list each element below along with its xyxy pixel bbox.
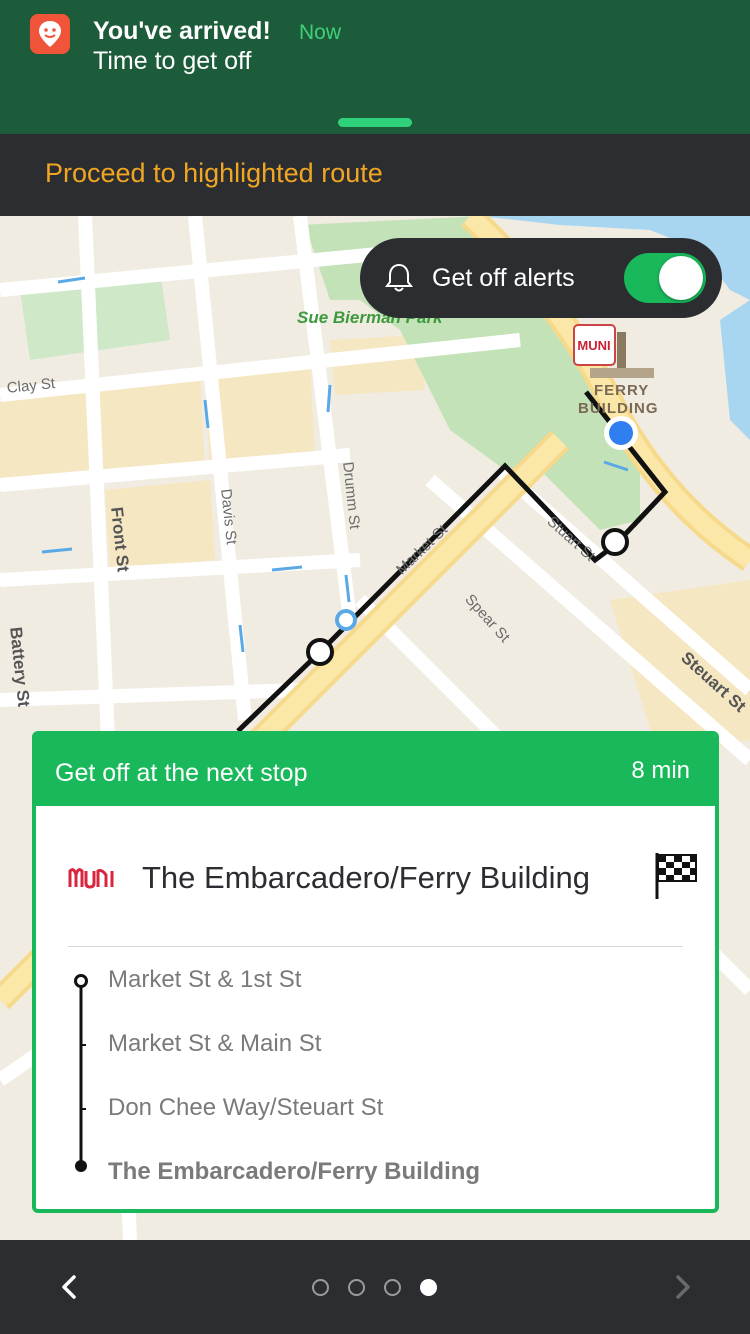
notification-banner[interactable]: You've arrived! Now Time to get off bbox=[0, 0, 750, 134]
stop-card[interactable]: Get off at the next stop 8 min The Embar… bbox=[32, 731, 719, 1213]
bottom-nav-bar bbox=[0, 1240, 750, 1334]
next-chevron-icon[interactable] bbox=[666, 1272, 696, 1302]
card-header-title: Get off at the next stop bbox=[55, 759, 308, 787]
poi-ferry-line1: FERRY bbox=[594, 382, 650, 399]
notification-time: Now bbox=[299, 21, 342, 44]
page-dot-4[interactable] bbox=[420, 1279, 437, 1296]
app-icon bbox=[30, 14, 70, 54]
previous-chevron-icon[interactable] bbox=[56, 1272, 86, 1302]
stop-item-3: Don Chee Way/Steuart St bbox=[108, 1094, 384, 1121]
instruction-text: Proceed to highlighted route bbox=[45, 158, 383, 188]
destination-name: The Embarcadero/Ferry Building bbox=[142, 860, 590, 895]
svg-text:MUNI: MUNI bbox=[577, 338, 610, 353]
stop-item-1: Market St & 1st St bbox=[108, 966, 302, 993]
finish-flag-icon bbox=[655, 853, 697, 899]
page-dot-2[interactable] bbox=[348, 1279, 365, 1296]
card-header-time: 8 min bbox=[631, 757, 690, 784]
page-dot-3[interactable] bbox=[384, 1279, 401, 1296]
toggle-knob bbox=[659, 256, 703, 300]
notification-body: Time to get off bbox=[93, 47, 252, 75]
card-divider bbox=[68, 946, 683, 947]
get-off-alerts-label: Get off alerts bbox=[432, 264, 575, 292]
card-header: Get off at the next stop 8 min bbox=[36, 735, 715, 806]
bell-icon bbox=[385, 263, 413, 292]
notification-title: You've arrived! bbox=[93, 17, 271, 45]
muni-logo-icon bbox=[68, 868, 114, 889]
get-off-alerts-toggle[interactable] bbox=[624, 253, 706, 303]
stop-item-final: The Embarcadero/Ferry Building bbox=[108, 1158, 481, 1185]
instruction-bar: Proceed to highlighted route bbox=[0, 134, 750, 216]
stop-timeline bbox=[74, 974, 88, 1172]
poi-ferry-line2: BUILDING bbox=[578, 400, 659, 417]
page-dot-1[interactable] bbox=[312, 1279, 329, 1296]
stop-item-2: Market St & Main St bbox=[108, 1030, 322, 1057]
notification-grabber[interactable] bbox=[338, 118, 412, 127]
